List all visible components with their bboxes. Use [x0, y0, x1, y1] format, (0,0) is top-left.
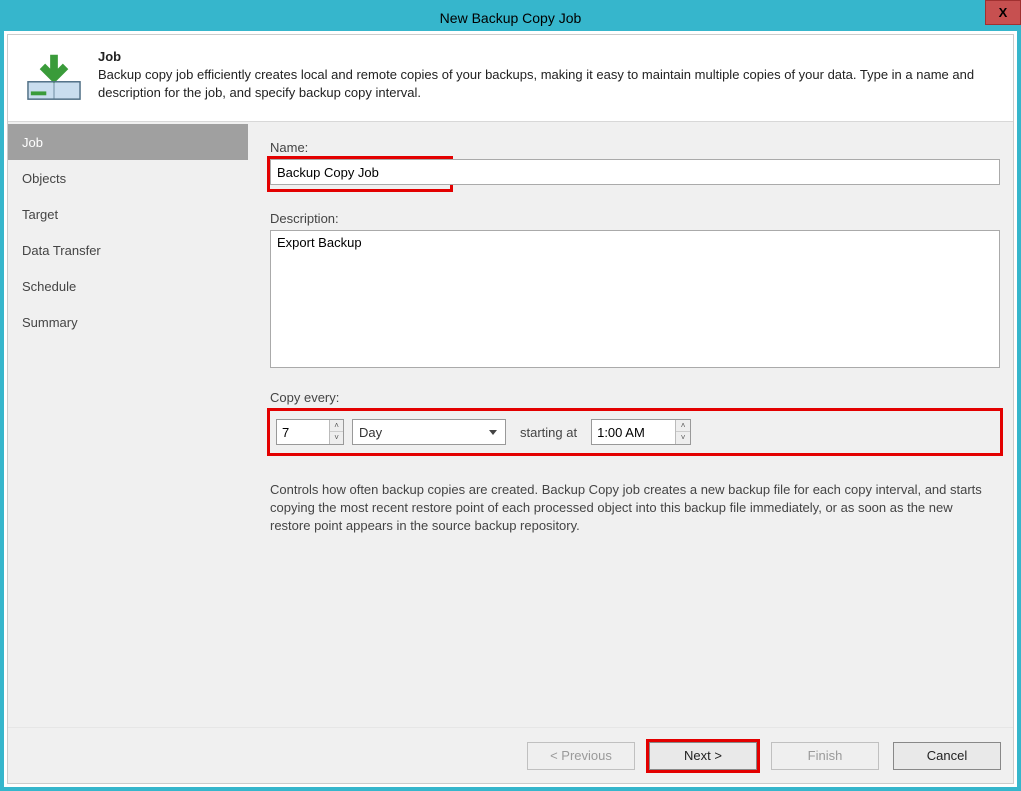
next-button[interactable]: Next >: [649, 742, 757, 770]
wizard-sidebar: Job Objects Target Data Transfer Schedul…: [8, 122, 248, 727]
wizard-body: Job Objects Target Data Transfer Schedul…: [8, 121, 1013, 727]
copy-unit-value: Day: [359, 425, 382, 440]
titlebar: New Backup Copy Job X: [4, 4, 1017, 31]
next-button-highlight: Next >: [649, 742, 757, 770]
sidebar-item-summary[interactable]: Summary: [8, 304, 248, 340]
header-description: Backup copy job efficiently creates loca…: [98, 66, 997, 101]
wizard-inner: Job Backup copy job efficiently creates …: [7, 34, 1014, 784]
starting-at-stepper[interactable]: ˄ ˅: [591, 419, 691, 445]
copy-interval-help: Controls how often backup copies are cre…: [270, 481, 990, 536]
finish-button: Finish: [771, 742, 879, 770]
chevron-up-icon[interactable]: ˄: [330, 420, 343, 432]
copy-interval-stepper[interactable]: ˄ ˅: [276, 419, 344, 445]
copy-unit-select[interactable]: Day: [352, 419, 506, 445]
wizard-header: Job Backup copy job efficiently creates …: [8, 35, 1013, 121]
chevron-down-icon[interactable]: ˅: [676, 432, 690, 444]
wizard-footer: < Previous Next > Finish Cancel: [8, 727, 1013, 783]
description-label: Description:: [270, 211, 1000, 226]
close-button[interactable]: X: [985, 0, 1021, 25]
close-icon: X: [999, 5, 1008, 20]
previous-button: < Previous: [527, 742, 635, 770]
name-input-highlight: [270, 159, 450, 189]
wizard-content: Name: Description: Copy every: ˄ ˅: [248, 122, 1013, 727]
header-title: Job: [98, 49, 997, 64]
starting-at-label: starting at: [520, 425, 577, 440]
sidebar-item-objects[interactable]: Objects: [8, 160, 248, 196]
sidebar-item-target[interactable]: Target: [8, 196, 248, 232]
sidebar-item-job[interactable]: Job: [8, 124, 248, 160]
sidebar-item-data-transfer[interactable]: Data Transfer: [8, 232, 248, 268]
starting-at-input[interactable]: [592, 420, 675, 444]
name-input[interactable]: [270, 159, 1000, 185]
chevron-down-icon[interactable]: ˅: [330, 432, 343, 444]
chevron-up-icon[interactable]: ˄: [676, 420, 690, 432]
window-title: New Backup Copy Job: [440, 10, 582, 26]
wizard-window: New Backup Copy Job X Job Backup copy jo…: [0, 0, 1021, 791]
sidebar-item-schedule[interactable]: Schedule: [8, 268, 248, 304]
copy-interval-input[interactable]: [277, 420, 329, 444]
name-label: Name:: [270, 140, 1000, 155]
backup-job-icon: [24, 49, 84, 103]
cancel-button[interactable]: Cancel: [893, 742, 1001, 770]
description-input[interactable]: [270, 230, 1000, 368]
copy-every-label: Copy every:: [270, 390, 1000, 405]
copy-interval-row: ˄ ˅ Day starting at ˄ ˅: [270, 411, 1000, 453]
